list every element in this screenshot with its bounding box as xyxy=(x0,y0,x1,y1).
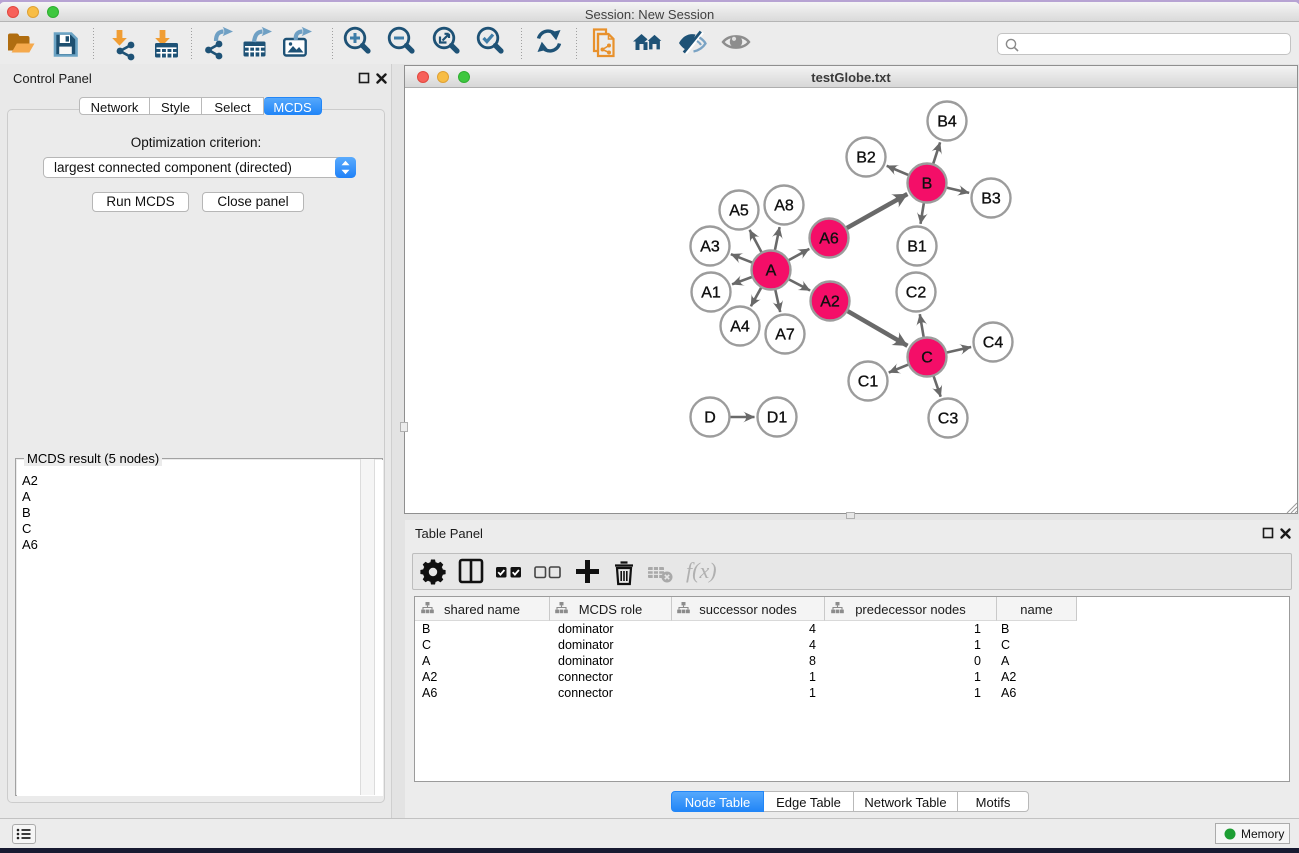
svg-text:C4: C4 xyxy=(983,335,1004,352)
svg-text:B3: B3 xyxy=(981,191,1001,208)
svg-text:A3: A3 xyxy=(700,239,720,256)
svg-text:D1: D1 xyxy=(767,410,788,427)
svg-text:A6: A6 xyxy=(819,231,839,248)
svg-text:C3: C3 xyxy=(938,411,959,428)
svg-text:A7: A7 xyxy=(775,327,795,344)
svg-text:A8: A8 xyxy=(774,198,794,215)
svg-text:D: D xyxy=(704,410,716,427)
svg-text:A1: A1 xyxy=(701,285,721,302)
svg-text:C2: C2 xyxy=(906,285,927,302)
svg-text:A2: A2 xyxy=(820,294,840,311)
svg-text:A5: A5 xyxy=(729,203,749,220)
svg-text:B2: B2 xyxy=(856,150,876,167)
svg-text:A4: A4 xyxy=(730,319,750,336)
svg-text:A: A xyxy=(766,263,777,280)
svg-text:B1: B1 xyxy=(907,239,927,256)
svg-text:C1: C1 xyxy=(858,374,879,391)
svg-text:C: C xyxy=(921,350,933,367)
svg-text:B4: B4 xyxy=(937,114,957,131)
svg-text:B: B xyxy=(922,176,933,193)
